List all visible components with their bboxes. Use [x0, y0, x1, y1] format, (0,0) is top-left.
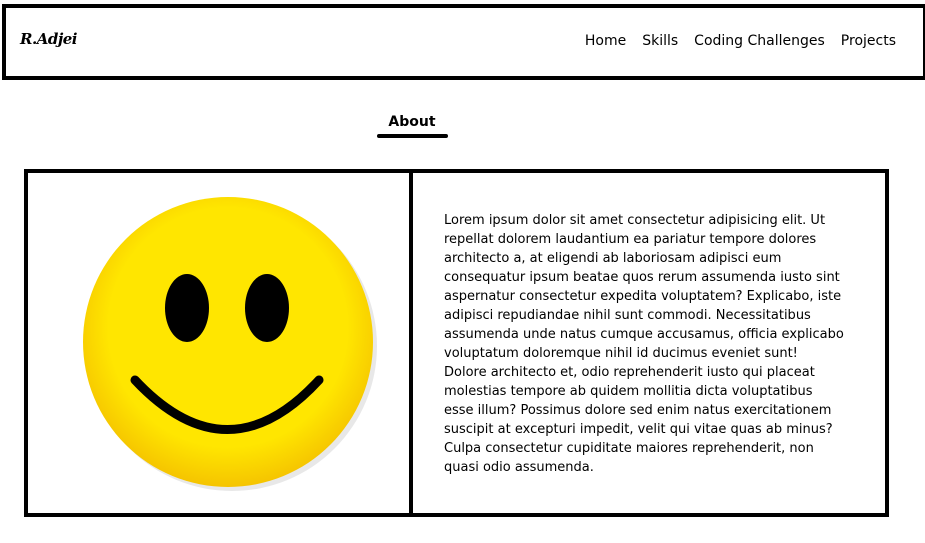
- about-section: Lorem ipsum dolor sit amet consectetur a…: [24, 169, 889, 517]
- about-heading: About: [388, 114, 436, 130]
- nav-links: Home Skills Coding Challenges Projects: [585, 33, 896, 49]
- about-divider: [409, 173, 413, 517]
- nav-link-coding-challenges[interactable]: Coding Challenges: [694, 33, 825, 49]
- site-logo[interactable]: R.Adjei: [20, 30, 77, 48]
- navbar: R.Adjei Home Skills Coding Challenges Pr…: [2, 4, 925, 80]
- nav-link-projects[interactable]: Projects: [841, 33, 896, 49]
- nav-link-home[interactable]: Home: [585, 33, 626, 49]
- about-heading-underline: [377, 134, 448, 138]
- smiley-face-icon: [78, 196, 378, 500]
- about-text: Lorem ipsum dolor sit amet consectetur a…: [444, 213, 844, 475]
- nav-link-skills[interactable]: Skills: [642, 33, 678, 49]
